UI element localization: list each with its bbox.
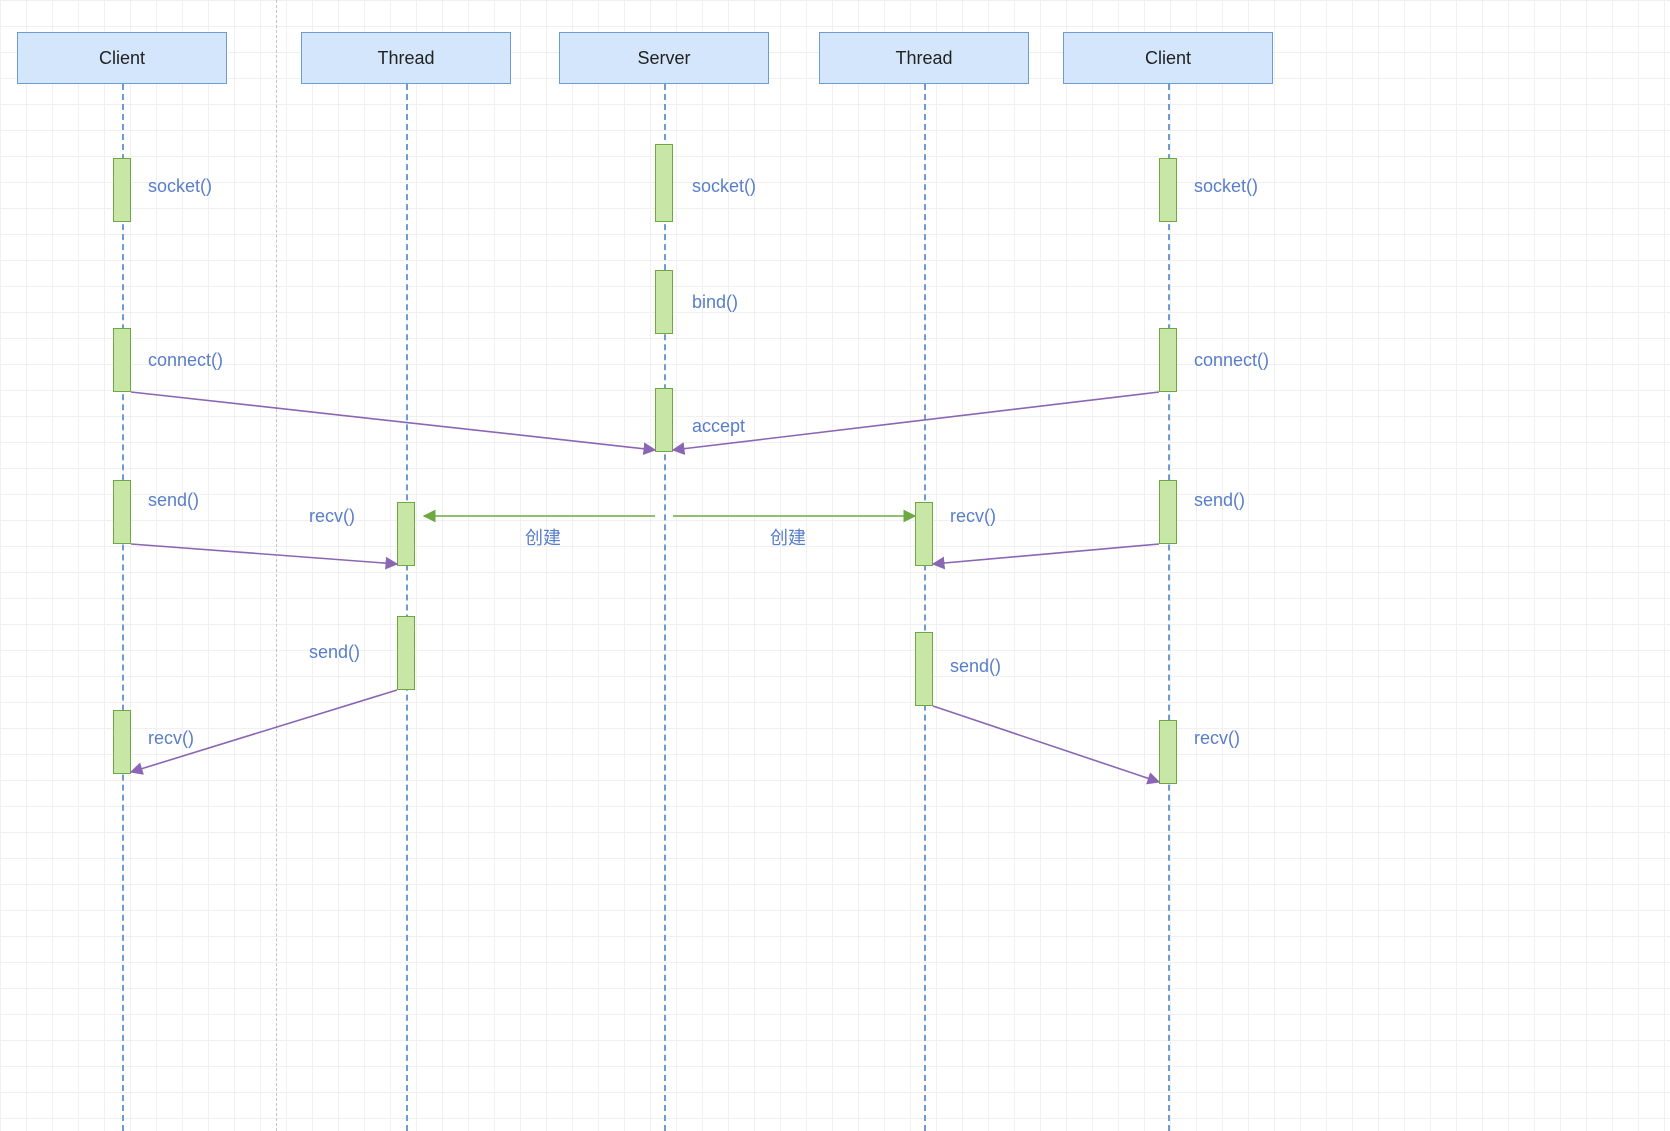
activation-client2-13	[1159, 480, 1177, 544]
label-c1-connect: connect()	[148, 350, 223, 371]
lifeline-head-thread1: Thread	[301, 32, 511, 84]
page-divider	[276, 0, 277, 1131]
lifeline-dash-thread1	[406, 84, 408, 1131]
activation-server-6	[655, 144, 673, 222]
lifeline-head-client2: Client	[1063, 32, 1273, 84]
label-t2-recv: recv()	[950, 506, 996, 527]
label-t1-recv: recv()	[309, 506, 355, 527]
label-c2-send: send()	[1194, 490, 1245, 511]
activation-client2-14	[1159, 720, 1177, 784]
activation-server-8	[655, 388, 673, 452]
label-c1-recv: recv()	[148, 728, 194, 749]
label-s-bind: bind()	[692, 292, 738, 313]
activation-client1-3	[113, 710, 131, 774]
activation-thread2-10	[915, 632, 933, 706]
activation-client1-0	[113, 158, 131, 222]
label-c1-socket: socket()	[148, 176, 212, 197]
activation-thread1-5	[397, 616, 415, 690]
lifeline-head-thread2: Thread	[819, 32, 1029, 84]
activation-client1-1	[113, 328, 131, 392]
activation-server-7	[655, 270, 673, 334]
lifeline-dash-client2	[1168, 84, 1170, 1131]
label-c2-connect: connect()	[1194, 350, 1269, 371]
activation-client2-12	[1159, 328, 1177, 392]
label-s-accept: accept	[692, 416, 745, 437]
activation-client1-2	[113, 480, 131, 544]
lifeline-dash-server	[664, 84, 666, 1131]
lifeline-dash-thread2	[924, 84, 926, 1131]
grid-background	[0, 0, 1670, 1131]
lifeline-head-client1: Client	[17, 32, 227, 84]
label-c2-recv: recv()	[1194, 728, 1240, 749]
label-create-r: 创建	[770, 524, 806, 550]
activation-thread1-4	[397, 502, 415, 566]
label-c1-send: send()	[148, 490, 199, 511]
label-s-socket: socket()	[692, 176, 756, 197]
label-create-l: 创建	[525, 524, 561, 550]
label-c2-socket: socket()	[1194, 176, 1258, 197]
lifeline-dash-client1	[122, 84, 124, 1131]
activation-client2-11	[1159, 158, 1177, 222]
label-t1-send: send()	[309, 642, 360, 663]
label-t2-send: send()	[950, 656, 1001, 677]
activation-thread2-9	[915, 502, 933, 566]
lifeline-head-server: Server	[559, 32, 769, 84]
